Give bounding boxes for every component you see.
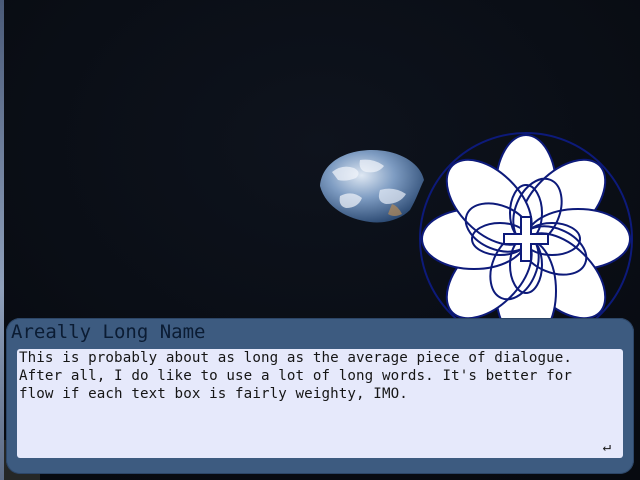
dialogue-line-2: After all, I do like to use a lot of lon… (19, 368, 573, 384)
speaker-name: Areally Long Name (11, 321, 206, 343)
flower-emblem-sprite (419, 132, 633, 346)
dialogue-text-panel[interactable]: This is probably about as long as the av… (17, 349, 623, 458)
left-edge-strip (0, 0, 4, 480)
dialogue-line-1: This is probably about as long as the av… (19, 350, 573, 366)
dialogue-box[interactable]: Areally Long Name This is probably about… (6, 318, 634, 474)
dialogue-line-3: flow if each text box is fairly weighty,… (19, 386, 408, 402)
advance-return-icon[interactable]: ↵ (603, 439, 611, 455)
